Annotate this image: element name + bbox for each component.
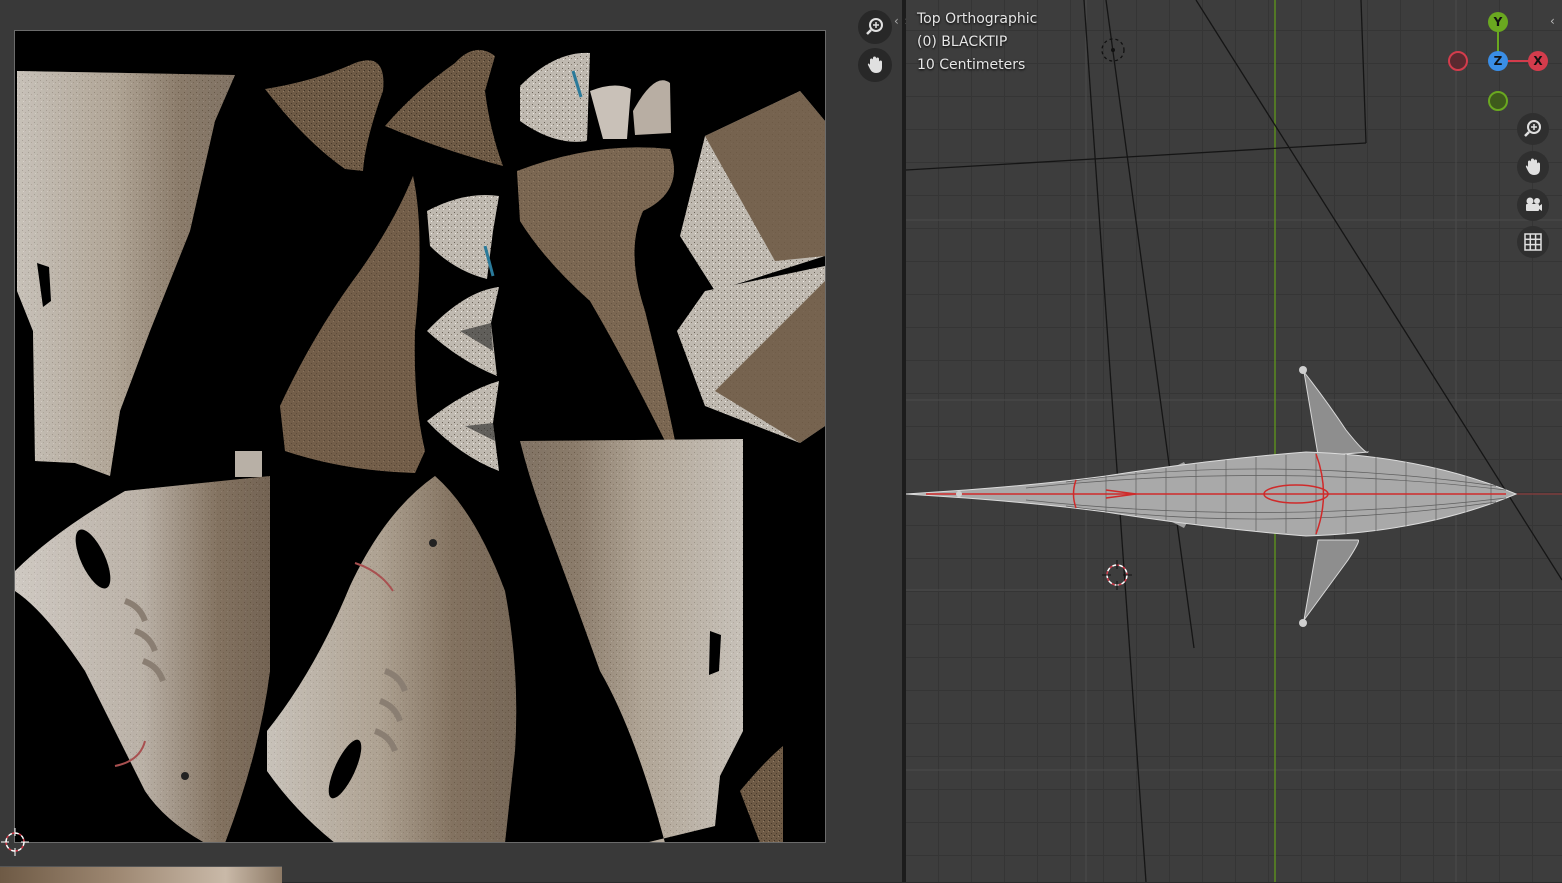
viewport-view-name: Top Orthographic xyxy=(917,11,1038,27)
uv-island-caudal-fin[interactable] xyxy=(677,91,825,443)
uv-texture-canvas[interactable] xyxy=(14,30,826,843)
uv-island-small-fins[interactable] xyxy=(520,52,671,142)
uv-island-tail-curve[interactable] xyxy=(517,147,675,441)
gizmo-neg-y-axis[interactable] xyxy=(1488,91,1508,111)
uv-island-head-right[interactable] xyxy=(267,476,517,843)
sidebar-toggle-arrow[interactable]: ‹ xyxy=(1550,14,1555,28)
hand-icon[interactable] xyxy=(858,48,892,82)
uv-island-body-left[interactable] xyxy=(17,71,235,476)
grid-icon[interactable] xyxy=(1517,226,1549,258)
gizmo-x-axis[interactable]: X xyxy=(1528,51,1548,71)
3d-cursor-icon[interactable] xyxy=(1102,560,1132,590)
uv-island-fin-1[interactable] xyxy=(265,60,384,171)
gizmo-neg-x-axis[interactable] xyxy=(1448,51,1468,71)
camera-frustum xyxy=(906,0,1562,882)
image-preview-strip xyxy=(0,866,282,883)
camera-object-icon[interactable] xyxy=(1101,38,1125,62)
zoom-in-icon[interactable] xyxy=(858,10,892,44)
uv-editor-panel[interactable] xyxy=(0,0,902,883)
uv-island-tiny-fin[interactable] xyxy=(740,746,783,843)
uv-island-head-left[interactable] xyxy=(15,476,270,843)
viewport-grid-scale: 10 Centimeters xyxy=(917,57,1026,73)
uv-island-pectoral-stack[interactable] xyxy=(427,195,499,471)
uv-islands xyxy=(15,49,825,843)
hand-icon[interactable] xyxy=(1517,151,1549,183)
shark-mesh[interactable] xyxy=(906,366,1518,627)
2d-cursor-icon[interactable] xyxy=(1,828,29,856)
viewport-scene xyxy=(906,0,1562,882)
navigation-gizmo[interactable]: Y X Z xyxy=(1442,8,1552,118)
uv-island-fin-2[interactable] xyxy=(385,49,503,167)
uv-island-dorsal-fin[interactable] xyxy=(280,176,425,473)
3d-viewport[interactable]: Top Orthographic (0) BLACKTIP 10 Centime… xyxy=(906,0,1562,882)
viewport-object-label: (0) BLACKTIP xyxy=(917,34,1008,50)
camera-icon[interactable] xyxy=(1517,189,1549,221)
gizmo-y-axis[interactable]: Y xyxy=(1488,12,1508,32)
zoom-in-icon[interactable] xyxy=(1517,113,1549,145)
uv-island-body-right[interactable] xyxy=(520,439,743,843)
uv-island-small-square[interactable] xyxy=(235,451,262,477)
gizmo-z-axis[interactable]: Z xyxy=(1488,51,1508,71)
